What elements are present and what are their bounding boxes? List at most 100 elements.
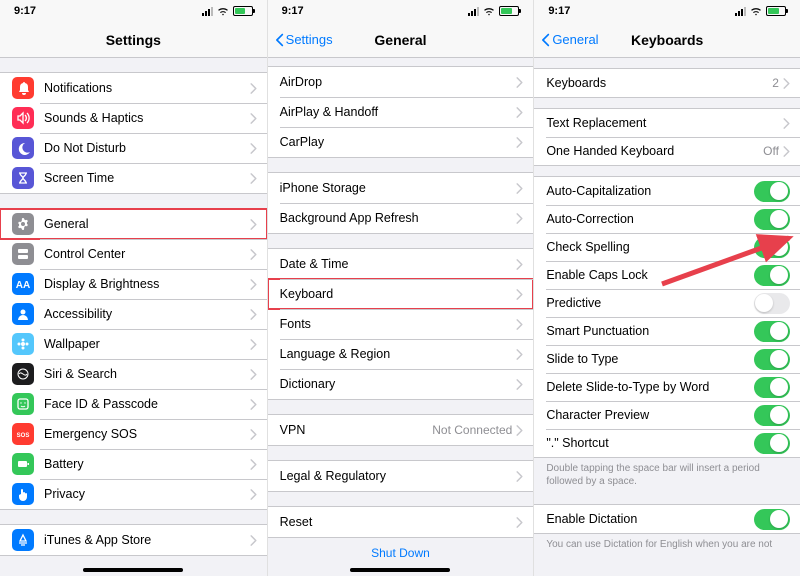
- autocorrect-toggle[interactable]: [754, 209, 790, 230]
- dnd-icon: [12, 137, 34, 159]
- row-wallpaper[interactable]: Wallpaper: [0, 329, 267, 359]
- back-button[interactable]: General: [540, 32, 598, 47]
- row-label: Reset: [280, 515, 517, 529]
- row-label: iPhone Storage: [280, 181, 517, 195]
- privacy-icon: [12, 483, 34, 505]
- row-airdrop[interactable]: AirDrop: [268, 67, 534, 97]
- row-keyboards[interactable]: Keyboards 2: [534, 69, 800, 97]
- predictive-toggle[interactable]: [754, 293, 790, 314]
- row-legal[interactable]: Legal & Regulatory: [268, 461, 534, 491]
- chevron-right-icon: [250, 113, 257, 124]
- row-label: Privacy: [44, 487, 250, 501]
- chevron-right-icon: [250, 143, 257, 154]
- autocap-toggle[interactable]: [754, 181, 790, 202]
- row-screentime[interactable]: Screen Time: [0, 163, 267, 193]
- row-carplay[interactable]: CarPlay: [268, 127, 534, 157]
- row-label: Legal & Regulatory: [280, 469, 517, 483]
- shutdown-button[interactable]: Shut Down: [268, 538, 534, 568]
- general-list[interactable]: AirDrop AirPlay & Handoff CarPlay iPhone…: [268, 58, 534, 576]
- row-label: Display & Brightness: [44, 277, 250, 291]
- row-itunes[interactable]: iTunes & App Store: [0, 525, 267, 555]
- row-display[interactable]: AA Display & Brightness: [0, 269, 267, 299]
- row-reset[interactable]: Reset: [268, 507, 534, 537]
- row-label: Wallpaper: [44, 337, 250, 351]
- row-label: AirPlay & Handoff: [280, 105, 517, 119]
- row-language[interactable]: Language & Region: [268, 339, 534, 369]
- row-datetime[interactable]: Date & Time: [268, 249, 534, 279]
- status-time: 9:17: [14, 5, 36, 17]
- row-dnd[interactable]: Do Not Disturb: [0, 133, 267, 163]
- controlcenter-icon: [12, 243, 34, 265]
- row-label: Sounds & Haptics: [44, 111, 250, 125]
- page-title: Keyboards: [631, 32, 703, 48]
- chevron-right-icon: [250, 339, 257, 350]
- smartpunct-toggle[interactable]: [754, 321, 790, 342]
- cellular-icon: [468, 7, 479, 16]
- row-label: Character Preview: [546, 408, 754, 422]
- row-fonts[interactable]: Fonts: [268, 309, 534, 339]
- row-keyboard[interactable]: Keyboard: [268, 279, 534, 309]
- row-storage[interactable]: iPhone Storage: [268, 173, 534, 203]
- row-sounds[interactable]: Sounds & Haptics: [0, 103, 267, 133]
- row-sos[interactable]: SOS Emergency SOS: [0, 419, 267, 449]
- chevron-right-icon: [250, 249, 257, 260]
- spelling-toggle[interactable]: [754, 237, 790, 258]
- row-battery[interactable]: Battery: [0, 449, 267, 479]
- row-dictation: Enable Dictation: [534, 505, 800, 533]
- home-indicator[interactable]: [83, 568, 183, 572]
- status-bar: 9:17: [534, 0, 800, 22]
- row-general[interactable]: General: [0, 209, 267, 239]
- row-vpn[interactable]: VPN Not Connected: [268, 415, 534, 445]
- chevron-right-icon: [516, 289, 523, 300]
- chevron-right-icon: [516, 319, 523, 330]
- row-label: Text Replacement: [546, 116, 783, 130]
- row-label: Delete Slide-to-Type by Word: [546, 380, 754, 394]
- chevron-right-icon: [250, 369, 257, 380]
- row-slidetype: Slide to Type: [534, 345, 800, 373]
- row-siri[interactable]: Siri & Search: [0, 359, 267, 389]
- dotshortcut-toggle[interactable]: [754, 433, 790, 454]
- row-onehanded[interactable]: One Handed Keyboard Off: [534, 137, 800, 165]
- row-notifications[interactable]: Notifications: [0, 73, 267, 103]
- row-textreplace[interactable]: Text Replacement: [534, 109, 800, 137]
- chevron-right-icon: [516, 107, 523, 118]
- row-accessibility[interactable]: Accessibility: [0, 299, 267, 329]
- settings-list[interactable]: Notifications Sounds & Haptics Do Not Di…: [0, 58, 267, 576]
- settings-group: General Control Center AA Display & Brig…: [0, 208, 267, 510]
- delslide-toggle[interactable]: [754, 377, 790, 398]
- keyboards-list[interactable]: Keyboards 2 Text Replacement One Handed …: [534, 58, 800, 576]
- chevron-right-icon: [516, 471, 523, 482]
- row-autocap: Auto-Capitalization: [534, 177, 800, 205]
- screentime-icon: [12, 167, 34, 189]
- charpreview-toggle[interactable]: [754, 405, 790, 426]
- row-label: Fonts: [280, 317, 517, 331]
- row-privacy[interactable]: Privacy: [0, 479, 267, 509]
- nav-bar: Settings General: [268, 22, 534, 58]
- back-button[interactable]: Settings: [274, 32, 333, 47]
- chevron-right-icon: [516, 349, 523, 360]
- row-label: Face ID & Passcode: [44, 397, 250, 411]
- slidetype-toggle[interactable]: [754, 349, 790, 370]
- capslock-toggle[interactable]: [754, 265, 790, 286]
- dictation-toggle[interactable]: [754, 509, 790, 530]
- row-dictionary[interactable]: Dictionary: [268, 369, 534, 399]
- nav-bar: General Keyboards: [534, 22, 800, 58]
- row-controlcenter[interactable]: Control Center: [0, 239, 267, 269]
- row-value: Not Connected: [432, 423, 512, 437]
- home-indicator[interactable]: [350, 568, 450, 572]
- row-bgrefresh[interactable]: Background App Refresh: [268, 203, 534, 233]
- display-icon: AA: [12, 273, 34, 295]
- sounds-icon: [12, 107, 34, 129]
- settings-group: Notifications Sounds & Haptics Do Not Di…: [0, 72, 267, 194]
- row-predictive: Predictive: [534, 289, 800, 317]
- row-label: Screen Time: [44, 171, 250, 185]
- row-faceid[interactable]: Face ID & Passcode: [0, 389, 267, 419]
- row-value: 2: [772, 76, 779, 90]
- general-screen: 9:17 Settings General AirDrop AirPlay & …: [267, 0, 534, 576]
- svg-text:SOS: SOS: [17, 433, 30, 439]
- status-right: [468, 6, 519, 16]
- chevron-right-icon: [250, 535, 257, 546]
- cellular-icon: [735, 7, 746, 16]
- row-airplay[interactable]: AirPlay & Handoff: [268, 97, 534, 127]
- battery-icon: [499, 6, 519, 16]
